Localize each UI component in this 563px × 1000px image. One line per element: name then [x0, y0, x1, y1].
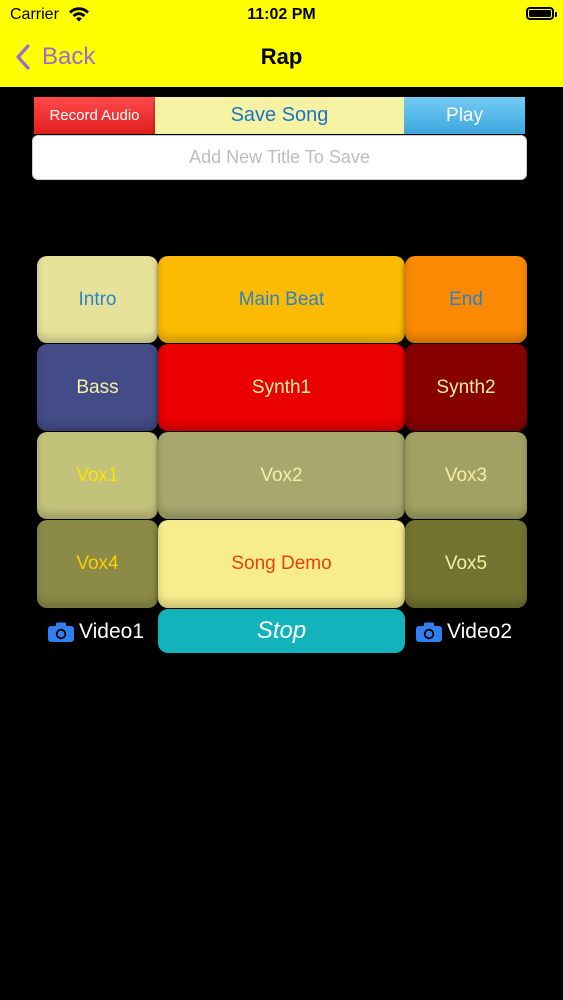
pad-vox3[interactable]: Vox3 — [405, 432, 527, 519]
pad-synth2[interactable]: Synth2 — [405, 344, 527, 431]
video1-label: Video1 — [79, 620, 145, 643]
battery-icon — [526, 7, 557, 20]
pad-end[interactable]: End — [405, 256, 527, 343]
pad-vox1[interactable]: Vox1 — [37, 432, 158, 519]
pad-bass[interactable]: Bass — [37, 344, 158, 431]
save-song-button[interactable]: Save Song — [155, 97, 404, 134]
video1-button[interactable]: Video1 — [47, 618, 144, 646]
nav-header: Carrier 11:02 PM Back Rap — [0, 0, 563, 87]
stop-button[interactable]: Stop — [158, 609, 405, 653]
status-time: 11:02 PM — [247, 6, 316, 23]
pad-song-demo[interactable]: Song Demo — [158, 520, 405, 608]
record-audio-button[interactable]: Record Audio — [34, 97, 155, 134]
pad-vox5[interactable]: Vox5 — [405, 520, 527, 608]
pad-vox4[interactable]: Vox4 — [37, 520, 158, 608]
pad-intro[interactable]: Intro — [37, 256, 158, 343]
video2-button[interactable]: Video2 — [415, 618, 512, 646]
play-button[interactable]: Play — [404, 97, 525, 134]
camera-icon — [416, 622, 442, 642]
camera-icon — [48, 622, 74, 642]
pad-synth1[interactable]: Synth1 — [158, 344, 405, 431]
page-title: Rap — [260, 44, 303, 69]
pad-main-beat[interactable]: Main Beat — [158, 256, 405, 343]
song-title-input[interactable] — [32, 135, 527, 180]
pad-vox2[interactable]: Vox2 — [158, 432, 405, 519]
video2-label: Video2 — [447, 620, 513, 643]
